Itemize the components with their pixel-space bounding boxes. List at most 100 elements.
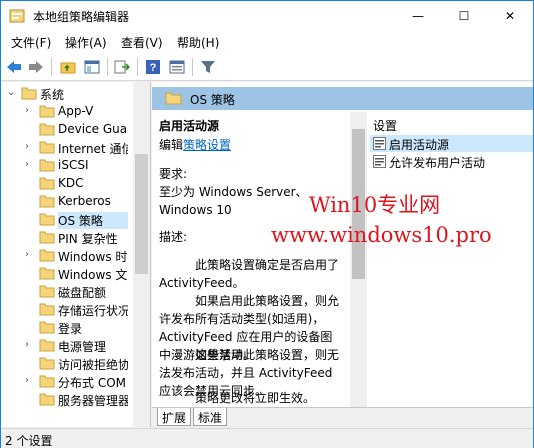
tree-item[interactable]: › 分布式 COM	[1, 373, 133, 391]
maximize-button[interactable]: ☐	[441, 1, 487, 31]
details-pane: OS 策略 启用活动源 编辑策略设置 要求: 至少为 Windows Serve…	[152, 82, 533, 427]
tree-item[interactable]: ⌄ 系统	[1, 85, 133, 103]
tree-item[interactable]: › 电源管理	[1, 337, 133, 355]
close-icon: ✕	[504, 9, 516, 23]
folder-icon	[39, 105, 55, 118]
menu-view[interactable]: 查看(V)	[121, 34, 163, 51]
menu-bar: 文件(F) 操作(A) 查看(V) 帮助(H)	[1, 31, 533, 53]
back-button[interactable]	[5, 58, 23, 76]
title-bar[interactable]: 本地组策略编辑器 — ☐ ✕	[1, 1, 533, 31]
tree-item[interactable]: › Windows 时间服务	[1, 247, 133, 265]
tree-item-label: iSCSI	[58, 158, 89, 172]
forward-button[interactable]	[27, 58, 45, 76]
folder-icon	[39, 249, 55, 262]
folder-icon	[39, 303, 55, 316]
tree-scrollbar[interactable]	[133, 82, 150, 427]
folder-icon	[39, 141, 55, 154]
tree-item-label: Kerberos	[58, 194, 111, 208]
tree-item[interactable]: › iSCSI	[1, 157, 133, 175]
tab-extended[interactable]: 扩展	[157, 408, 192, 426]
toolbar-separator	[51, 58, 52, 76]
menu-action[interactable]: 操作(A)	[65, 34, 107, 51]
tree-item[interactable]: 访问被拒绝协助	[1, 355, 133, 373]
status-text: 2 个设置	[5, 434, 53, 448]
tree-item[interactable]: Windows 文件保护	[1, 265, 133, 283]
export-list-button[interactable]	[113, 58, 131, 76]
tree-item[interactable]: Kerberos	[1, 193, 133, 211]
tree-item-label: 访问被拒绝协助	[58, 358, 128, 372]
expand-chevron-icon[interactable]: ›	[25, 339, 29, 350]
edit-line: 编辑策略设置	[159, 136, 339, 154]
description-panel: 启用活动源 编辑策略设置 要求: 至少为 Windows Server、Wind…	[152, 112, 367, 409]
settings-list: 设置 启用活动源 允许发布用户活动	[370, 112, 533, 409]
tree-scrollbar-thumb[interactable]	[135, 154, 148, 274]
export-list-icon	[114, 60, 130, 74]
description-para-4: 策略更改将立即生效。	[195, 391, 316, 405]
tree-item[interactable]: 登录	[1, 319, 133, 337]
tree-item-label: Device Guard	[58, 122, 128, 136]
folder-icon	[21, 87, 37, 100]
toolbar-separator	[107, 58, 108, 76]
navigation-tree: ⌄ 系统 › App-V Device Guard › Internet 通信管理 › iSCS…	[1, 82, 151, 427]
folder-icon	[39, 339, 55, 352]
folder-icon	[39, 213, 55, 226]
help-button[interactable]: ?	[144, 58, 162, 76]
up-folder-button[interactable]	[59, 58, 77, 76]
tree-item[interactable]: 服务器管理器	[1, 391, 133, 409]
tree-item[interactable]: KDC	[1, 175, 133, 193]
folder-icon	[165, 92, 182, 105]
watermark-line-2: www.windows10.pro	[271, 223, 492, 247]
expand-chevron-icon[interactable]: ›	[25, 375, 29, 386]
folder-icon	[39, 177, 55, 190]
tree-item[interactable]: › App-V	[1, 103, 133, 121]
window-title: 本地组策略编辑器	[33, 10, 130, 24]
view-tabs: 扩展 标准	[152, 407, 533, 427]
policy-setting-icon	[373, 155, 386, 168]
tree-item-label: 磁盘配额	[58, 286, 107, 300]
list-item[interactable]: 启用活动源	[370, 135, 533, 152]
section-header: OS 策略	[152, 87, 533, 110]
watermark-line-1: Win10专业网	[309, 193, 441, 217]
tree-item-label: 电源管理	[58, 340, 107, 354]
tree-item[interactable]: Device Guard	[1, 121, 133, 139]
tree-item[interactable]: › Internet 通信管理	[1, 139, 133, 157]
tree-item[interactable]: 磁盘配额	[1, 283, 133, 301]
tab-standard[interactable]: 标准	[193, 408, 228, 426]
folder-icon	[39, 375, 55, 388]
tree-item-label: 分布式 COM	[58, 376, 126, 390]
status-bar: 2 个设置	[1, 428, 533, 448]
forward-arrow-icon	[29, 61, 43, 73]
edit-prefix: 编辑	[159, 138, 184, 152]
tree-item-label: Internet 通信管理	[58, 142, 128, 156]
menu-help[interactable]: 帮助(H)	[177, 34, 219, 51]
description-scrollbar[interactable]	[350, 112, 367, 409]
expand-chevron-icon[interactable]: ›	[25, 141, 29, 152]
section-title: OS 策略	[190, 93, 235, 107]
folder-icon	[39, 357, 55, 370]
tree-item-label: OS 策略	[58, 212, 128, 229]
requirements-label: 要求:	[159, 167, 188, 181]
tree-item[interactable]: PIN 复杂性	[1, 229, 133, 247]
list-item[interactable]: 允许发布用户活动	[370, 153, 533, 170]
folder-icon	[39, 123, 55, 136]
folder-icon	[39, 195, 55, 208]
expand-chevron-icon[interactable]: ›	[25, 159, 29, 170]
filter-button[interactable]	[199, 58, 217, 76]
menu-file[interactable]: 文件(F)	[11, 34, 51, 51]
help-icon: ?	[146, 60, 160, 74]
tree-item[interactable]: OS 策略	[1, 211, 133, 229]
tree-item[interactable]: 存储运行状况	[1, 301, 133, 319]
expand-chevron-icon[interactable]: ⌄	[7, 87, 15, 98]
toolbar-separator	[192, 58, 193, 76]
expand-chevron-icon[interactable]: ›	[25, 105, 29, 116]
settings-column-header[interactable]: 设置	[373, 117, 397, 134]
show-hide-tree-button[interactable]	[83, 58, 101, 76]
properties-button[interactable]	[168, 58, 186, 76]
minimize-button[interactable]: —	[395, 1, 441, 31]
properties-icon	[169, 60, 185, 74]
tree-item-label: PIN 复杂性	[58, 232, 118, 246]
edit-policy-link[interactable]: 策略设置	[183, 138, 231, 152]
expand-chevron-icon[interactable]: ›	[25, 249, 29, 260]
close-button[interactable]: ✕	[487, 1, 533, 31]
svg-text:?: ?	[150, 62, 157, 74]
